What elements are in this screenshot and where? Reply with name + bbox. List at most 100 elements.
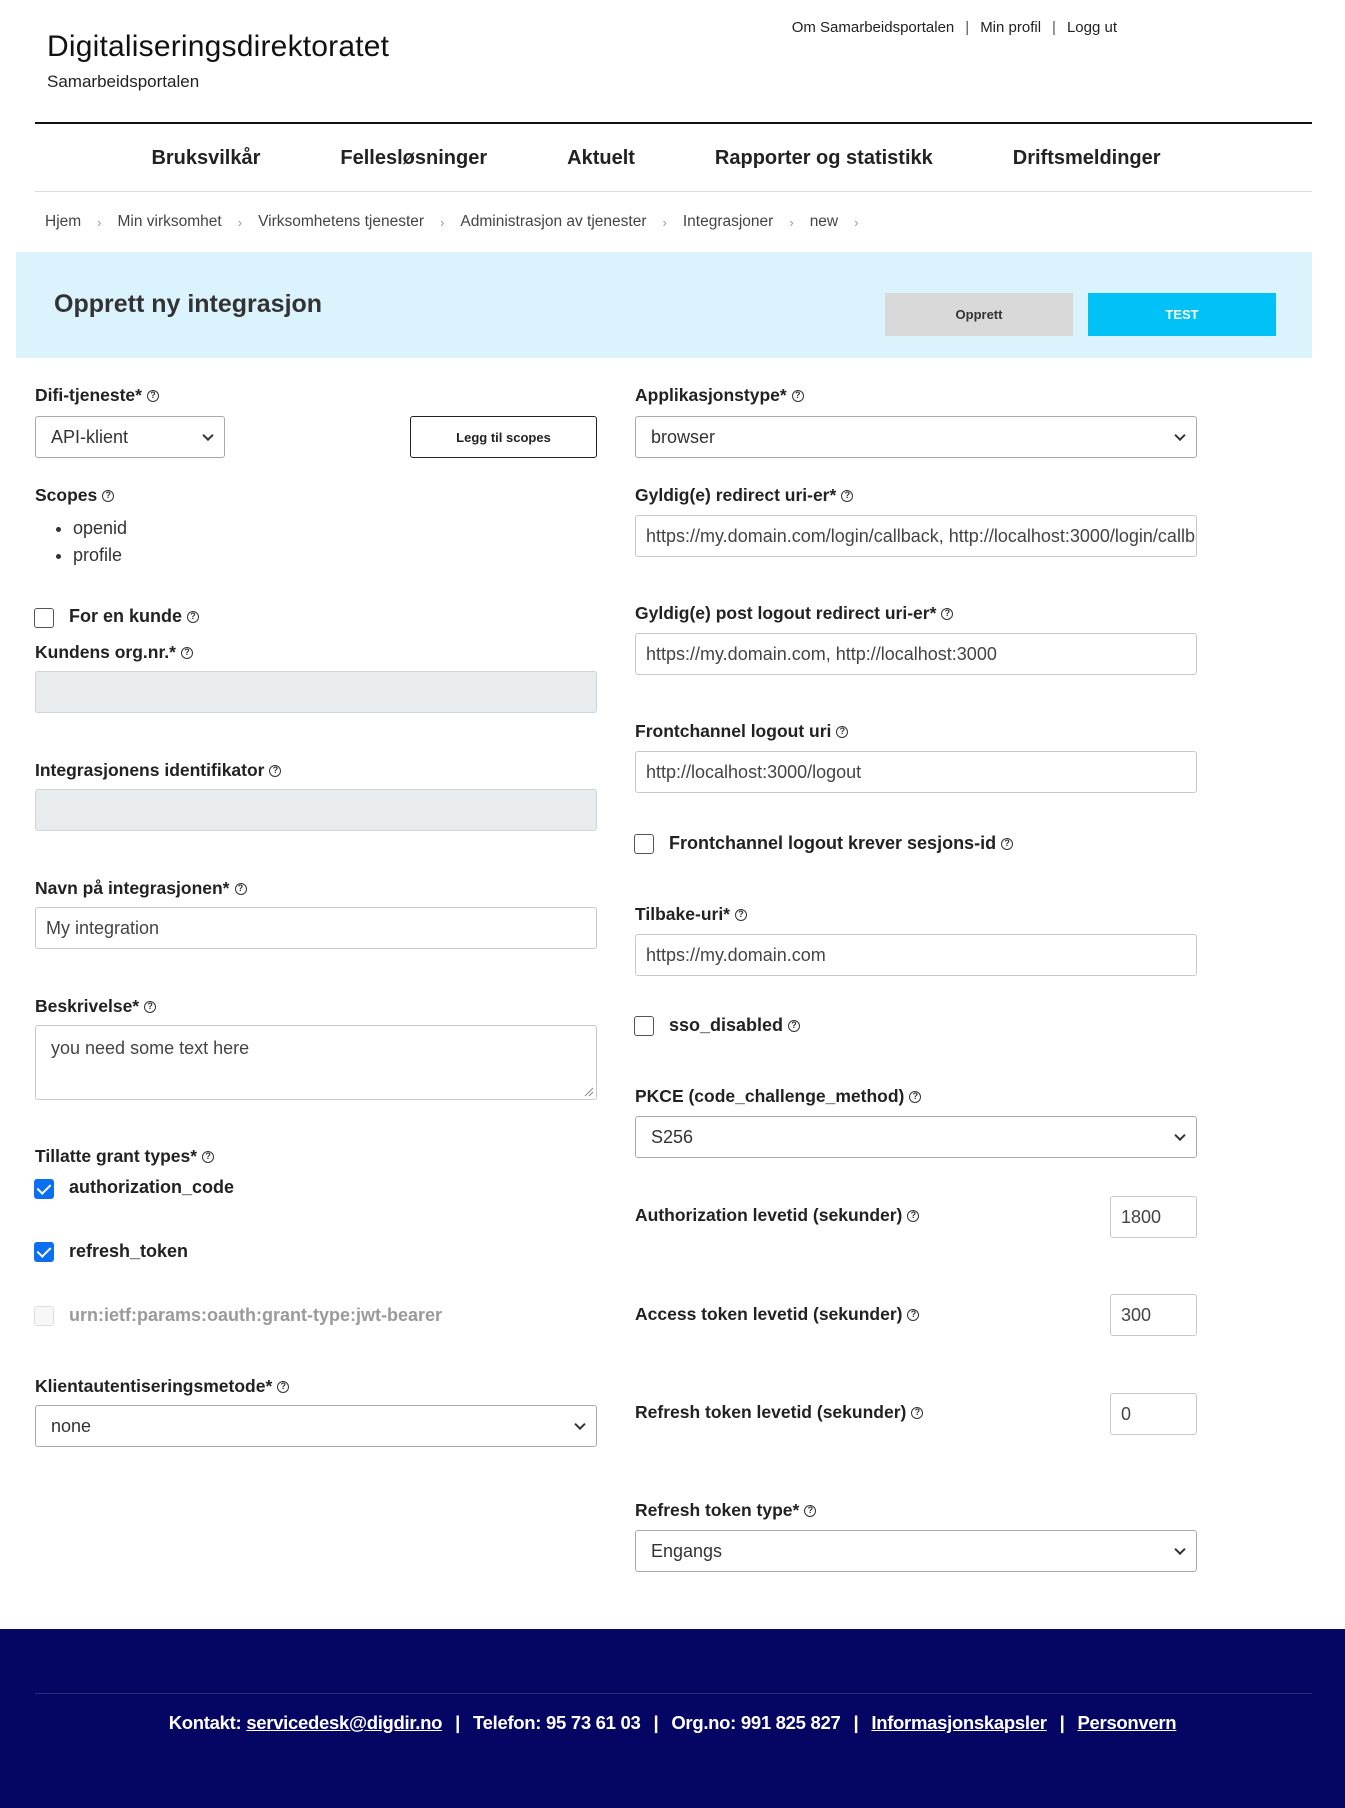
help-icon[interactable]: ? — [1001, 837, 1014, 850]
help-icon[interactable]: ? — [269, 764, 282, 777]
resize-handle-icon[interactable] — [584, 1087, 594, 1097]
grant-authorization-code-checkbox[interactable] — [34, 1179, 54, 1199]
test-button[interactable]: TEST — [1088, 293, 1276, 336]
breadcrumb-item-current[interactable]: new — [810, 213, 838, 231]
difi-tjeneste-label: Difi-tjeneste*? — [35, 385, 159, 406]
for-en-kunde-label: For en kunde? — [69, 606, 200, 627]
orgnr-label-text: Kundens org.nr.* — [35, 642, 176, 662]
frontchannel-uri-field[interactable]: http://localhost:3000/logout — [635, 751, 1197, 793]
difi-tjeneste-value: API-klient — [51, 426, 129, 447]
grant-refresh-token-checkbox[interactable] — [34, 1242, 54, 1262]
refresh-lifetime-input[interactable]: 0 — [1110, 1393, 1197, 1435]
difi-tjeneste-select[interactable]: API-klient — [35, 416, 225, 458]
post-logout-uri-field[interactable]: https://my.domain.com, http://localhost:… — [635, 633, 1197, 675]
breadcrumb-item[interactable]: Min virksomhet — [118, 213, 222, 231]
help-icon[interactable]: ? — [144, 1000, 157, 1013]
help-icon[interactable]: ? — [941, 607, 954, 620]
org-title[interactable]: Digitaliseringsdirektoratet — [47, 30, 389, 64]
grant-refresh-token-label: refresh_token — [69, 1241, 189, 1261]
page-title: Opprett ny integrasjon — [54, 290, 323, 318]
nav-item-rapporter[interactable]: Rapporter og statistikk — [675, 138, 973, 179]
breadcrumb-item[interactable]: Hjem — [45, 213, 81, 231]
refresh-type-select[interactable]: Engangs — [635, 1530, 1197, 1572]
top-link-om[interactable]: Om Samarbeidsportalen — [792, 19, 955, 36]
help-icon[interactable]: ? — [836, 725, 849, 738]
chevron-right-icon: › — [440, 214, 445, 230]
sso-disabled-label-text: sso_disabled — [669, 1015, 784, 1035]
breadcrumb-item[interactable]: Virksomhetens tjenester — [258, 213, 424, 231]
chevron-down-icon — [202, 429, 214, 442]
nav-item-bruksvilkar[interactable]: Bruksvilkår — [111, 138, 300, 179]
pkce-value: S256 — [651, 1126, 694, 1147]
chevron-right-icon: › — [237, 214, 243, 230]
top-link-min-profil[interactable]: Min profil — [980, 19, 1041, 36]
nav-divider — [35, 191, 1312, 192]
help-icon[interactable]: ? — [907, 1209, 920, 1222]
apptype-select[interactable]: browser — [635, 416, 1197, 458]
pkce-label-text: PKCE (code_challenge_method) — [635, 1086, 905, 1106]
footer-orgno: Org.no: 991 825 827 — [671, 1712, 841, 1733]
main-nav: Bruksvilkår Fellesløsninger Aktuelt Rapp… — [0, 138, 1312, 179]
help-icon[interactable]: ? — [187, 610, 200, 623]
frontchannel-sid-label: Frontchannel logout krever sesjons-id? — [669, 833, 1014, 854]
pkce-label: PKCE (code_challenge_method)? — [635, 1086, 922, 1107]
scopes-list: openid profile — [53, 515, 127, 569]
help-icon[interactable]: ? — [804, 1504, 817, 1517]
header-divider — [35, 122, 1312, 124]
grant-types-label-text: Tillatte grant types* — [35, 1146, 198, 1166]
help-icon[interactable]: ? — [234, 882, 247, 895]
beskrivelse-label-text: Beskrivelse* — [35, 996, 140, 1016]
nav-item-driftsmeldinger[interactable]: Driftsmeldinger — [973, 138, 1201, 179]
for-en-kunde-checkbox[interactable] — [34, 608, 54, 628]
nav-item-fellesloysninger[interactable]: Fellesløsninger — [300, 138, 527, 179]
footer-email-link[interactable]: servicedesk@digdir.no — [246, 1712, 442, 1734]
breadcrumb-item[interactable]: Integrasjoner — [683, 213, 773, 231]
help-icon[interactable]: ? — [909, 1090, 922, 1103]
access-lifetime-input[interactable]: 300 — [1110, 1294, 1197, 1336]
redirect-uri-field[interactable]: https://my.domain.com/login/callback, ht… — [635, 515, 1197, 557]
help-icon[interactable]: ? — [202, 1150, 215, 1163]
breadcrumb-item[interactable]: Administrasjon av tjenester — [460, 213, 646, 231]
for-en-kunde-label-text: For en kunde — [69, 606, 183, 626]
frontchannel-label-text: Frontchannel logout uri — [635, 721, 832, 741]
chevron-right-icon: › — [789, 214, 794, 230]
help-icon[interactable]: ? — [102, 489, 115, 502]
help-icon[interactable]: ? — [791, 389, 804, 402]
footer-personvern-link[interactable]: Personvern — [1078, 1712, 1177, 1734]
footer-informasjonskapsler-link[interactable]: Informasjonskapsler — [871, 1712, 1047, 1734]
help-icon[interactable]: ? — [788, 1019, 801, 1032]
sso-disabled-label: sso_disabled? — [669, 1015, 801, 1036]
pkce-select[interactable]: S256 — [635, 1116, 1197, 1158]
orgnr-label: Kundens org.nr.*? — [35, 642, 193, 663]
top-link-logg-ut[interactable]: Logg ut — [1067, 19, 1117, 36]
opprett-button[interactable]: Opprett — [885, 293, 1073, 336]
grant-types-label: Tillatte grant types*? — [35, 1146, 215, 1167]
footer-separator: | — [1059, 1712, 1065, 1733]
sso-disabled-checkbox[interactable] — [634, 1016, 654, 1036]
klientauth-value: none — [51, 1415, 92, 1436]
post-logout-label-text: Gyldig(e) post logout redirect uri-er* — [635, 603, 937, 623]
help-icon[interactable]: ? — [907, 1308, 920, 1321]
auth-lifetime-input[interactable]: 1800 — [1110, 1196, 1197, 1238]
klientauth-select[interactable]: none — [35, 1405, 597, 1447]
help-icon[interactable]: ? — [180, 646, 193, 659]
scopes-label-text: Scopes — [35, 485, 98, 505]
help-icon[interactable]: ? — [841, 489, 854, 502]
chevron-down-icon — [1174, 1543, 1186, 1556]
help-icon[interactable]: ? — [277, 1380, 290, 1393]
footer-separator: | — [455, 1712, 460, 1733]
help-icon[interactable]: ? — [735, 908, 747, 921]
refresh-type-label-text: Refresh token type* — [635, 1500, 800, 1520]
tilbake-uri-field[interactable]: https://my.domain.com — [635, 934, 1197, 976]
footer-contact: Kontakt: servicedesk@digdir.no | Telefon… — [0, 1712, 1345, 1734]
frontchannel-sid-checkbox[interactable] — [634, 834, 654, 854]
auth-lifetime-label: Authorization levetid (sekunder)? — [635, 1205, 920, 1226]
help-icon[interactable]: ? — [146, 389, 159, 402]
add-scopes-button[interactable]: Legg til scopes — [410, 416, 597, 458]
navn-field[interactable]: My integration — [35, 907, 597, 949]
beskrivelse-textarea[interactable]: you need some text here — [35, 1025, 597, 1100]
help-icon[interactable]: ? — [911, 1406, 924, 1419]
difi-tjeneste-label-text: Difi-tjeneste* — [35, 385, 142, 405]
tilbake-label-text: Tilbake-uri* — [635, 904, 730, 924]
nav-item-aktuelt[interactable]: Aktuelt — [527, 138, 675, 179]
